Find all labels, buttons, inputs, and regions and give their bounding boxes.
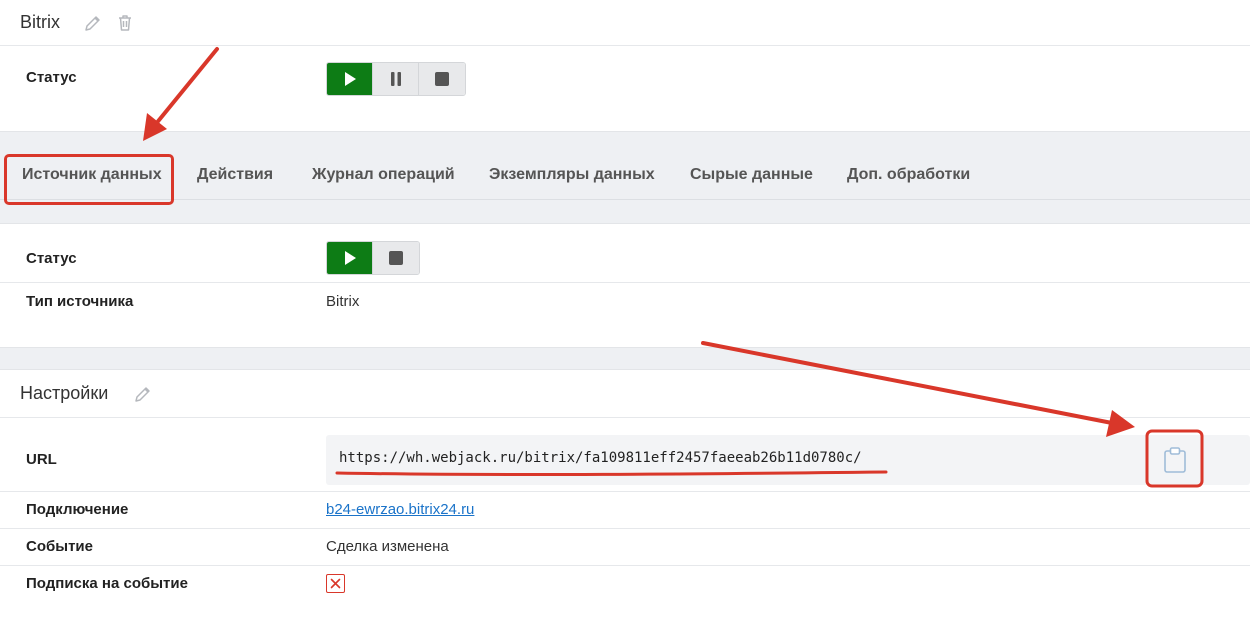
integration-title: Bitrix [20, 12, 60, 32]
divider [0, 491, 1250, 492]
divider [0, 282, 1250, 283]
integration-card: Bitrix Статус [0, 0, 1250, 132]
url-label: URL [26, 451, 57, 468]
copy-url-button[interactable] [1150, 434, 1200, 486]
source-status-controls [326, 241, 420, 275]
source-play-button[interactable] [327, 242, 373, 274]
source-type-label: Тип источника [26, 293, 134, 310]
settings-card: Настройки URL https://wh.webjack.ru/bitr… [0, 369, 1250, 623]
settings-title: Настройки [20, 383, 109, 403]
connection-link[interactable]: b24-ewrzao.bitrix24.ru [326, 501, 474, 518]
tab-raw-data[interactable]: Сырые данные [690, 150, 813, 200]
play-button[interactable] [327, 63, 373, 95]
settings-header: Настройки [0, 370, 1250, 418]
card-header: Bitrix [0, 0, 1250, 46]
source-type-value: Bitrix [326, 293, 360, 310]
divider [0, 528, 1250, 529]
pencil-icon[interactable] [82, 12, 104, 34]
pencil-icon[interactable] [132, 383, 154, 405]
subscription-status [326, 574, 345, 593]
event-value: Сделка изменена [326, 538, 449, 555]
tab-data-instances[interactable]: Экземпляры данных [489, 150, 655, 200]
pause-icon [390, 72, 401, 86]
x-mark-icon [330, 578, 341, 589]
play-icon [344, 72, 356, 86]
source-status-label: Статус [26, 250, 77, 267]
source-card: Статус Тип источника Bitrix [0, 223, 1250, 348]
clipboard-icon [1164, 447, 1186, 473]
stop-icon [389, 251, 403, 265]
stop-button[interactable] [419, 63, 465, 95]
play-icon [344, 251, 356, 265]
status-label: Статус [26, 69, 77, 86]
tab-extra-processing[interactable]: Доп. обработки [847, 150, 970, 200]
tab-actions[interactable]: Действия [197, 150, 273, 200]
url-field[interactable]: https://wh.webjack.ru/bitrix/fa109811eff… [326, 435, 1250, 485]
event-label: Событие [26, 538, 93, 555]
stop-icon [435, 72, 449, 86]
subscription-label: Подписка на событие [26, 575, 188, 592]
pause-button[interactable] [373, 63, 419, 95]
trash-icon[interactable] [114, 12, 136, 34]
url-value: https://wh.webjack.ru/bitrix/fa109811eff… [339, 450, 862, 466]
tab-highlight-box [4, 154, 174, 205]
tab-operation-log[interactable]: Журнал операций [312, 150, 455, 200]
divider [0, 565, 1250, 566]
source-stop-button[interactable] [373, 242, 419, 274]
connection-label: Подключение [26, 501, 129, 518]
status-controls [326, 62, 466, 96]
tab-bar: Источник данных Действия Журнал операций… [0, 150, 1250, 200]
